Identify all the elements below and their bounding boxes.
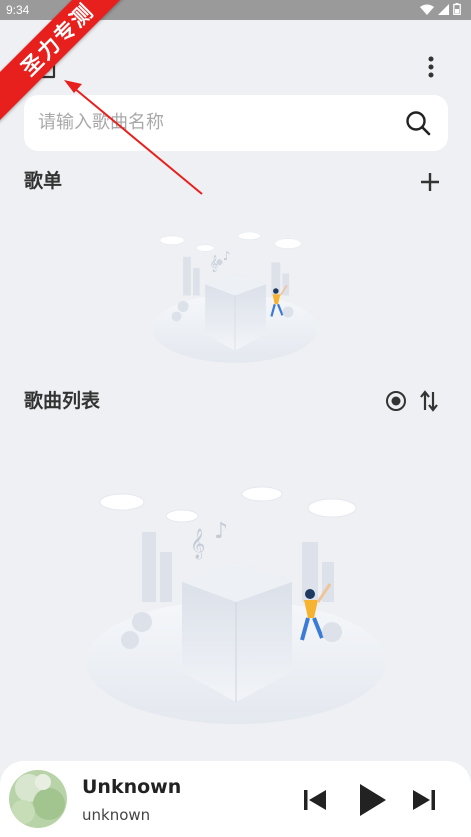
playlist-section-title: 歌单 — [24, 170, 63, 192]
battery-icon — [453, 3, 461, 15]
svg-text:♪: ♪ — [223, 249, 231, 263]
search-icon[interactable] — [404, 109, 432, 137]
search-bar[interactable]: 请输入歌曲名称 — [24, 95, 448, 151]
previous-icon[interactable] — [300, 785, 330, 815]
status-icons — [420, 3, 461, 15]
search-input[interactable]: 请输入歌曲名称 — [38, 95, 398, 151]
sort-icon[interactable] — [418, 389, 440, 413]
svg-text:♪: ♪ — [214, 519, 228, 544]
svg-text:𝄞: 𝄞 — [190, 528, 205, 560]
add-playlist-icon[interactable] — [418, 170, 442, 194]
now-playing-title: Unknown — [82, 776, 182, 798]
wifi-icon — [420, 4, 434, 15]
album-art[interactable] — [9, 770, 67, 828]
locate-icon[interactable] — [384, 389, 408, 413]
now-playing-artist: unknown — [82, 806, 151, 824]
mini-player[interactable]: Unknown unknown — [0, 761, 471, 837]
empty-songs-illustration: ♪ 𝄞 — [86, 486, 386, 724]
more-vertical-icon[interactable] — [420, 54, 442, 80]
status-time: 9:34 — [6, 3, 30, 17]
song-list-section-title: 歌曲列表 — [24, 390, 101, 412]
play-icon[interactable] — [352, 781, 390, 819]
signal-icon — [438, 3, 449, 15]
empty-playlist-illustration: ♪ 𝄞 — [152, 231, 318, 363]
svg-text:𝄞: 𝄞 — [210, 256, 218, 272]
next-icon[interactable] — [409, 785, 439, 815]
